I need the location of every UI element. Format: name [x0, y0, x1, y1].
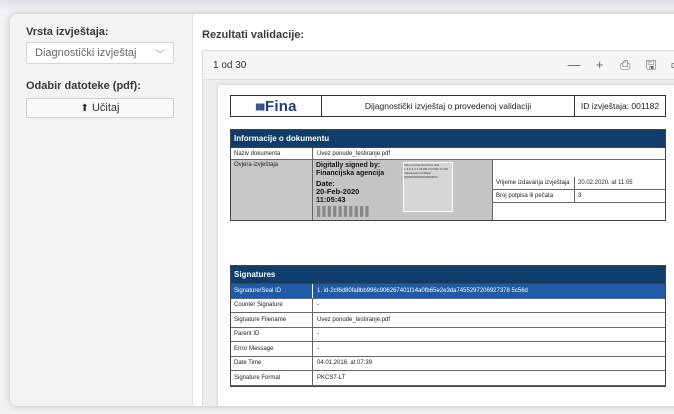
table-row: Signature Format PKCS7-LT — [231, 371, 665, 386]
table-row: Signature/Seal ID 1. id-2cf6d80fa8bb996c… — [231, 284, 665, 299]
left-panel: Vrsta izvještaja: Diagnostički izvještaj… — [10, 14, 193, 406]
info-row-certification: Ovjera izvještaja Digitally signed by: F… — [231, 160, 665, 220]
app-window: Vrsta izvještaja: Diagnostički izvještaj… — [10, 14, 674, 406]
report-header-id: ID izvještaja: 001182 — [580, 101, 660, 111]
upload-button[interactable]: ⬆ Učitaj — [26, 98, 174, 118]
report-type-value: Diagnostički izvještaj — [35, 47, 137, 59]
info-row-name: Naziv dokumenta Uvez ponude_testiranje.p… — [231, 148, 665, 160]
pdf-viewer: 1 od 30 — + ⎙ 🖫 ▭ |||||||||Fina Dijagnos… — [202, 50, 674, 406]
barcode-graphic: ▌▌▌▌▌▌▌▌▌▌ — [317, 206, 372, 216]
zoom-out-icon[interactable]: — — [563, 57, 585, 72]
report-header-title: Dijagnostički izvještaj o provedenoj val… — [322, 96, 575, 116]
table-row: Error Message - — [231, 342, 665, 357]
certificate-details: CN=urn:fina OU=Fina OID 1.3.6.1.4.1.2619… — [403, 162, 453, 212]
report-type-select[interactable]: Diagnostički izvještaj ﹀ — [26, 42, 174, 64]
chevron-down-icon: ﹀ — [155, 50, 165, 61]
document-info-section: Informacije o dokumentu Naziv dokumenta … — [230, 129, 666, 221]
signatures-heading: Signatures — [231, 266, 665, 284]
pdf-page: |||||||||Fina Dijagnostički izvještaj o … — [218, 85, 674, 406]
zoom-in-icon[interactable]: + — [589, 57, 611, 72]
table-row: Signature Filename Uvez ponude_testiranj… — [231, 313, 665, 328]
fullscreen-icon[interactable]: ▭ — [666, 57, 674, 73]
table-row: Parent ID - — [231, 327, 665, 342]
signatures-section: Signatures Signature/Seal ID 1. id-2cf6d… — [230, 265, 666, 387]
report-header: |||||||||Fina Dijagnostički izvještaj o … — [230, 95, 666, 117]
report-meta: Vrijeme izdavanja izvještaja 20.02.2020.… — [493, 177, 665, 203]
results-title: Rezultati validacije: — [202, 29, 305, 41]
table-row: Counter Signature - — [231, 298, 665, 313]
fina-logo: |||||||||Fina — [231, 96, 322, 116]
page-indicator: 1 od 30 — [213, 60, 247, 71]
viewer-tools: — + ⎙ 🖫 ▭ — [563, 56, 674, 78]
print-icon[interactable]: ⎙ — [614, 57, 636, 73]
report-type-label: Vrsta izvještaja: — [26, 26, 109, 38]
upload-icon: ⬆ — [80, 103, 89, 114]
upload-button-label: Učitaj — [91, 102, 120, 114]
save-icon[interactable]: 🖫 — [640, 56, 662, 78]
file-select-label: Odabir datoteke (pdf): — [26, 80, 141, 92]
document-info-heading: Informacije o dokumentu — [231, 130, 665, 148]
table-row: Date Time 04.01.2016. at 07:39 — [231, 356, 665, 371]
signature-stamp: Digitally signed by: Financijska agencij… — [313, 160, 493, 220]
viewer-toolbar: 1 od 30 — + ⎙ 🖫 ▭ — [203, 51, 674, 80]
